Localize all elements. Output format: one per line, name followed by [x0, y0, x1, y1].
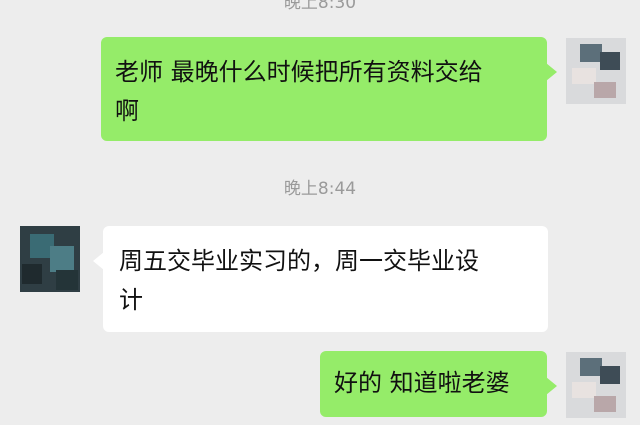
my-avatar[interactable]	[566, 38, 626, 104]
bubble-tail	[93, 252, 104, 270]
my-avatar[interactable]	[566, 352, 626, 418]
my-message-bubble[interactable]: 好的 知道啦老婆	[320, 351, 557, 417]
bubble-tail	[546, 377, 557, 395]
my-message-bubble[interactable]: 老师 最晚什么时候把所有资料交给 啊	[101, 37, 557, 141]
message-timestamp: 晚上8:44	[283, 179, 357, 199]
bubble-tail	[546, 63, 557, 81]
contact-avatar[interactable]	[20, 226, 80, 292]
message-text: 老师 最晚什么时候把所有资料交给 啊	[115, 58, 483, 125]
contact-message-bubble[interactable]: 周五交毕业实习的，周一交毕业设 计	[93, 226, 548, 332]
message-text: 周五交毕业实习的，周一交毕业设 计	[119, 247, 479, 314]
message-text: 好的 知道啦老婆	[334, 369, 510, 397]
message-timestamp: 晚上8:30	[283, 0, 357, 13]
